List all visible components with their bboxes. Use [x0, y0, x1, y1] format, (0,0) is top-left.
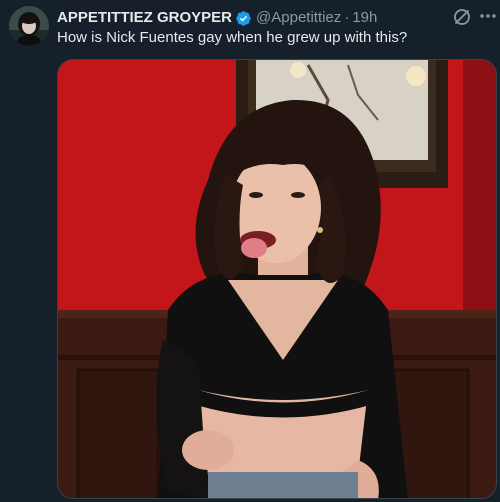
header-separator: · [344, 9, 350, 26]
tweet-timestamp[interactable]: 19h [352, 8, 377, 28]
author-avatar[interactable] [9, 6, 49, 46]
more-icon[interactable] [478, 6, 498, 26]
tweet-photo[interactable] [57, 59, 497, 499]
tweet-header: APPETITTIEZ GROYPER @Appetittiez · 19h [57, 8, 377, 28]
tweet-text: How is Nick Fuentes gay when he grew up … [57, 29, 408, 46]
grok-icon[interactable] [452, 7, 472, 27]
avatar-image [9, 6, 49, 46]
verified-badge-icon [235, 10, 252, 27]
photo-of-woman [58, 60, 496, 498]
tweet-card[interactable]: APPETITTIEZ GROYPER @Appetittiez · 19h H… [0, 0, 500, 502]
author-handle[interactable]: @Appetittiez [256, 8, 341, 28]
author-display-name[interactable]: APPETITTIEZ GROYPER [57, 8, 232, 28]
